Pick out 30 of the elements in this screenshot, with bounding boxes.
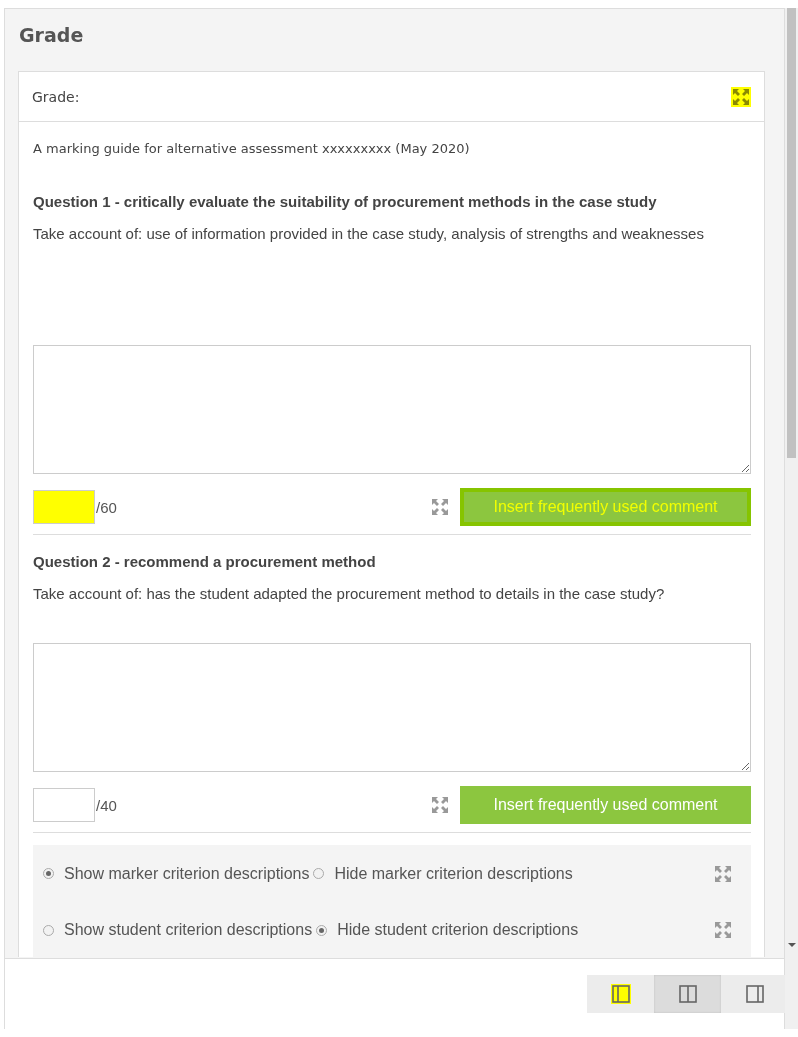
- max-score: /60: [96, 498, 117, 516]
- question-title: Question 2 - recommend a procurement method: [33, 553, 377, 571]
- radio-icon[interactable]: [43, 868, 54, 880]
- radio-option[interactable]: Show marker criterion descriptions: [43, 864, 310, 883]
- layout-button[interactable]: [587, 974, 654, 1013]
- comment-field[interactable]: [33, 643, 751, 773]
- expand-icon[interactable]: [430, 497, 450, 518]
- guide-title: A marking guide for alternative assessment xxxxxxxxx (May 2020): [33, 141, 471, 159]
- question-title: Question 1 - critically evaluate the suitability of procurement methods in the case study: [33, 193, 658, 211]
- question-description: Take account of: use of information provided in the case study, analysis of strengths and weaknesses: [33, 224, 705, 245]
- expand-icon[interactable]: [430, 795, 450, 816]
- expand-icon[interactable]: [713, 920, 733, 941]
- expand-icon[interactable]: [731, 86, 751, 107]
- card-header-title: Grade:: [32, 88, 80, 105]
- score-field[interactable]: [33, 788, 95, 823]
- comment-field[interactable]: [33, 345, 751, 475]
- scrollbar[interactable]: [785, 8, 798, 1029]
- layout-button[interactable]: [721, 974, 788, 1013]
- expand-icon[interactable]: [713, 863, 733, 884]
- radio-option[interactable]: Show student criterion descriptions: [43, 921, 313, 940]
- radio-option[interactable]: Hide marker criterion descriptions: [313, 864, 573, 883]
- layout-button[interactable]: [654, 974, 721, 1013]
- score-field[interactable]: [33, 490, 95, 525]
- radio-icon[interactable]: [313, 868, 325, 880]
- panel-title: Grade: [19, 23, 85, 48]
- radio-icon[interactable]: [43, 924, 54, 936]
- question-description: Take account of: has the student adapted the procurement method to details in the case study?: [33, 584, 666, 605]
- radio-option[interactable]: Hide student criterion descriptions: [316, 921, 579, 940]
- radio-icon[interactable]: [316, 924, 328, 936]
- max-score: /40: [96, 796, 117, 814]
